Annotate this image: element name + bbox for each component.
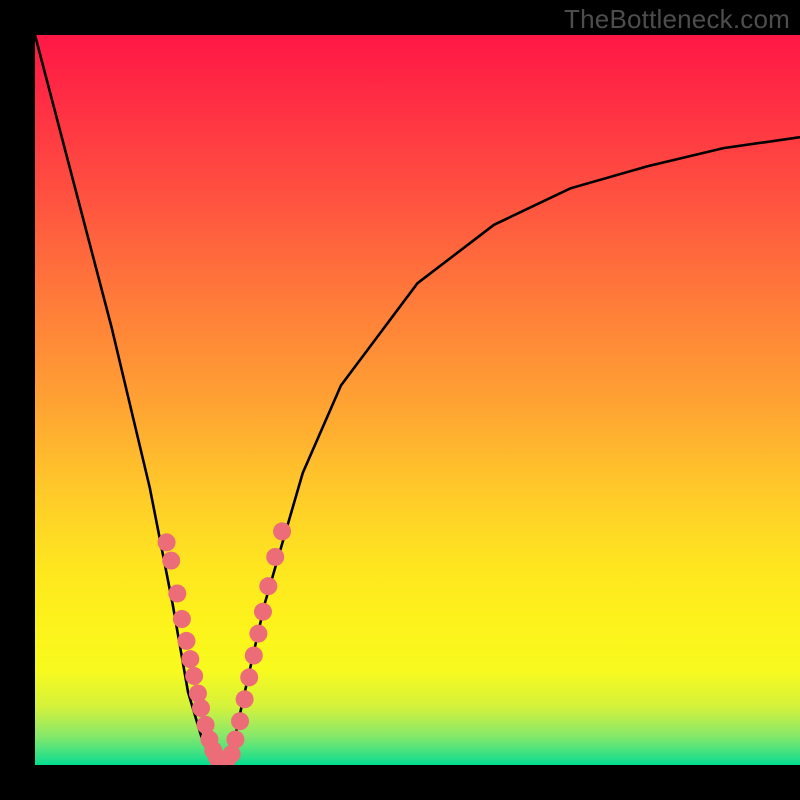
right-cluster-dots [259, 577, 277, 595]
left-cluster-dots [185, 667, 203, 685]
right-cluster-dots [226, 730, 244, 748]
left-cluster-dots [168, 584, 186, 602]
right-cluster-dots [240, 668, 258, 686]
chart-svg [35, 35, 800, 765]
right-cluster-dots [236, 690, 254, 708]
marker-dots [158, 522, 292, 765]
left-cluster-dots [192, 699, 210, 717]
right-cluster-dots [245, 647, 263, 665]
left-cluster-dots [158, 533, 176, 551]
left-cluster-dots [181, 650, 199, 668]
bottleneck-curve [35, 35, 800, 765]
right-cluster-dots [266, 548, 284, 566]
right-cluster-dots [273, 522, 291, 540]
plot-area [35, 35, 800, 765]
right-cluster-dots [249, 625, 267, 643]
chart-frame: TheBottleneck.com [0, 0, 800, 800]
left-cluster-dots [173, 610, 191, 628]
right-cluster-dots [254, 603, 272, 621]
left-cluster-dots [177, 632, 195, 650]
left-cluster-dots [162, 552, 180, 570]
right-cluster-dots [231, 712, 249, 730]
watermark-text: TheBottleneck.com [564, 4, 790, 35]
